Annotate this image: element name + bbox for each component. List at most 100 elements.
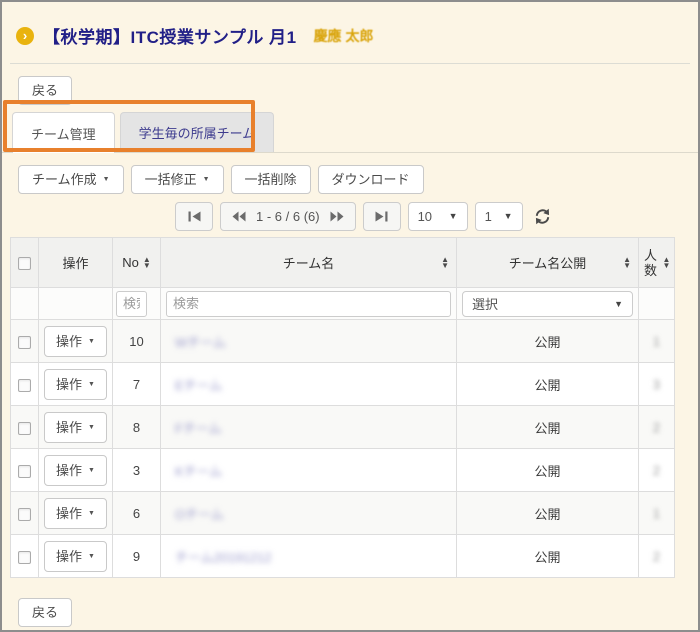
row-operation-button[interactable]: 操作▼ (44, 369, 107, 400)
visibility-filter-select[interactable]: 選択 ▼ (462, 291, 633, 317)
no-filter-input[interactable] (116, 291, 147, 317)
sort-icon[interactable]: ▲▼ (663, 257, 671, 269)
page-size-select[interactable]: 10 ▼ (408, 202, 468, 231)
toolbar: チーム作成 ▼ 一括修正 ▼ 一括削除 ダウンロード (18, 165, 698, 194)
count-header-label: 人数 (643, 248, 659, 278)
row-checkbox[interactable] (18, 379, 31, 392)
team-management-page: › 【秋学期】ITC授業サンプル 月1 慶應 太郎 戻る チーム管理 学生毎の所… (0, 0, 700, 632)
no-header-label: No (122, 255, 139, 270)
visibility-value: 公開 (457, 535, 639, 578)
team-name-link[interactable]: Kチーム (175, 464, 222, 479)
member-count-value: 1 (653, 506, 660, 521)
page-header: › 【秋学期】ITC授業サンプル 月1 慶應 太郎 (2, 2, 698, 63)
team-name-header-cell[interactable]: チーム名 ▲▼ (161, 238, 457, 288)
back-button-top[interactable]: 戻る (18, 76, 72, 105)
row-operation-button[interactable]: 操作▼ (44, 326, 107, 357)
select-all-header-cell (11, 238, 39, 288)
row-operation-button[interactable]: 操作▼ (44, 541, 107, 572)
select-arrow-icon: ▼ (504, 211, 513, 221)
caret-down-icon: ▼ (88, 338, 95, 345)
team-name-link[interactable]: Oチーム (175, 507, 224, 522)
caret-down-icon: ▼ (203, 176, 210, 183)
operation-header-cell: 操作 (39, 238, 113, 288)
row-checkbox[interactable] (18, 422, 31, 435)
refresh-button[interactable] (533, 207, 552, 226)
table-header-row: 操作 No ▲▼ チーム名 ▲▼ チーム名公開 ▲▼ 人数 ▲▼ (11, 238, 675, 288)
caret-down-icon: ▼ (88, 381, 95, 388)
create-team-label: チーム作成 (32, 171, 97, 188)
bulk-delete-button[interactable]: 一括削除 (231, 165, 311, 194)
no-cell: 3 (113, 449, 161, 492)
filter-row: 選択 ▼ (11, 288, 675, 320)
sort-icon[interactable]: ▲▼ (441, 257, 449, 269)
refresh-icon (533, 207, 552, 226)
page-range-group: 1 - 6 / 6 (6) (220, 202, 356, 231)
count-header-cell[interactable]: 人数 ▲▼ (639, 238, 675, 288)
table-row: 操作▼ 7 Eチーム 公開 3 (11, 363, 675, 406)
page-range-label: 1 - 6 / 6 (6) (256, 209, 320, 224)
team-name-link[interactable]: Wチーム (175, 335, 226, 350)
visibility-value: 公開 (457, 363, 639, 406)
page-title: 【秋学期】ITC授業サンプル 月1 (43, 23, 297, 48)
sort-icon[interactable]: ▲▼ (143, 257, 151, 269)
visibility-header-cell[interactable]: チーム名公開 ▲▼ (457, 238, 639, 288)
table-row: 操作▼ 8 Fチーム 公開 2 (11, 406, 675, 449)
filter-empty-cell (11, 288, 39, 320)
next-page-icon[interactable] (330, 211, 344, 222)
table-row: 操作▼ 3 Kチーム 公開 2 (11, 449, 675, 492)
header-divider (10, 63, 690, 64)
back-button-bottom[interactable]: 戻る (18, 598, 72, 627)
row-checkbox[interactable] (18, 551, 31, 564)
member-count-value: 1 (653, 334, 660, 349)
chevron-right-icon: › (16, 27, 34, 45)
visibility-value: 公開 (457, 320, 639, 363)
no-header-cell[interactable]: No ▲▼ (113, 238, 161, 288)
caret-down-icon: ▼ (88, 424, 95, 431)
select-arrow-icon: ▼ (449, 211, 458, 221)
table-row: 操作▼ 6 Oチーム 公開 1 (11, 492, 675, 535)
sort-icon[interactable]: ▲▼ (623, 257, 631, 269)
page-number-select[interactable]: 1 ▼ (475, 202, 523, 231)
row-operation-button[interactable]: 操作▼ (44, 412, 107, 443)
filter-empty-cell (39, 288, 113, 320)
row-checkbox[interactable] (18, 465, 31, 478)
no-filter-cell (113, 288, 161, 320)
last-page-button[interactable] (363, 202, 401, 231)
visibility-value: 公開 (457, 406, 639, 449)
no-cell: 10 (113, 320, 161, 363)
create-team-button[interactable]: チーム作成 ▼ (18, 165, 124, 194)
member-count-value: 2 (653, 463, 660, 478)
pagination-bar: 1 - 6 / 6 (6) 10 ▼ 1 ▼ (175, 201, 698, 231)
tab-student-teams[interactable]: 学生毎の所属チーム (120, 112, 275, 152)
caret-down-icon: ▼ (88, 467, 95, 474)
select-all-checkbox[interactable] (18, 257, 31, 270)
visibility-value: 公開 (457, 492, 639, 535)
visibility-value: 公開 (457, 449, 639, 492)
table-row: 操作▼ 10 Wチーム 公開 1 (11, 320, 675, 363)
last-page-icon (375, 211, 388, 222)
member-count-value: 2 (653, 420, 660, 435)
team-name-link[interactable]: Eチーム (175, 378, 222, 393)
member-count-value: 3 (653, 377, 660, 392)
no-cell: 9 (113, 535, 161, 578)
row-operation-button[interactable]: 操作▼ (44, 455, 107, 486)
tab-team-management[interactable]: チーム管理 (12, 112, 115, 153)
bulk-edit-button[interactable]: 一括修正 ▼ (131, 165, 224, 194)
page-size-value: 10 (418, 209, 432, 224)
team-name-link[interactable]: Fチーム (175, 421, 222, 436)
bulk-edit-label: 一括修正 (145, 171, 197, 188)
row-checkbox[interactable] (18, 336, 31, 349)
first-page-icon (188, 211, 201, 222)
caret-down-icon: ▼ (103, 176, 110, 183)
team-name-link[interactable]: チーム20191212 (175, 550, 271, 565)
download-button[interactable]: ダウンロード (318, 165, 424, 194)
tab-bar: チーム管理 学生毎の所属チーム (2, 109, 698, 153)
team-name-filter-cell (161, 288, 457, 320)
row-checkbox[interactable] (18, 508, 31, 521)
prev-page-icon[interactable] (232, 211, 246, 222)
first-page-button[interactable] (175, 202, 213, 231)
caret-down-icon: ▼ (88, 553, 95, 560)
member-count-value: 2 (653, 549, 660, 564)
team-name-filter-input[interactable] (166, 291, 451, 317)
row-operation-button[interactable]: 操作▼ (44, 498, 107, 529)
